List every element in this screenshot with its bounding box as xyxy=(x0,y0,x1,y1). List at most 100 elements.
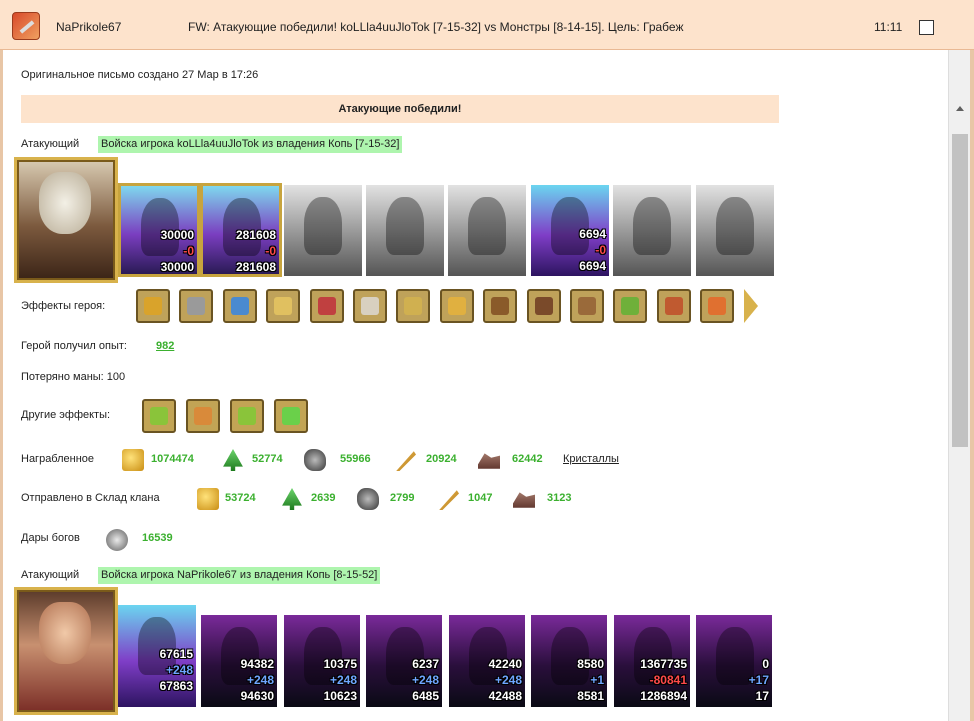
unit-count-after: 30000 xyxy=(160,260,194,274)
unit-count-change: +248 xyxy=(246,673,274,687)
unit-count-change: -0 xyxy=(595,243,606,257)
army-name-2[interactable]: Войска игрока NaPrikole67 из владения Ко… xyxy=(98,567,381,584)
effect-cape-icon[interactable] xyxy=(526,289,561,323)
unit-slot[interactable]: 281608 -0 281608 xyxy=(200,183,282,277)
unit-slot[interactable] xyxy=(613,185,691,276)
gifts-label: Дары богов xyxy=(21,532,80,544)
effect-fire-icon[interactable] xyxy=(700,289,735,323)
unit-count-after: 6694 xyxy=(579,259,606,273)
effect-orb-icon[interactable] xyxy=(222,289,257,323)
effect-cape-icon-glyph xyxy=(534,297,553,315)
unit-count-before: 281608 xyxy=(235,228,276,242)
unit-slot[interactable]: 67615 +248 67863 xyxy=(118,605,196,707)
scroll-up-arrow-icon[interactable] xyxy=(956,106,964,111)
unit-slot[interactable]: 30000 -0 30000 xyxy=(118,183,200,277)
unit-count-change: +248 xyxy=(494,673,522,687)
battle-report-icon xyxy=(12,12,40,40)
grain-icon xyxy=(396,451,416,471)
unit-count-change: -0 xyxy=(183,244,194,258)
effect-gauntlet-icon-glyph xyxy=(491,297,510,315)
effect-banner-icon-glyph xyxy=(664,297,683,315)
resource-value: 1074474 xyxy=(151,453,194,465)
effect-herb-icon-glyph xyxy=(621,297,640,315)
effect-bandit-icon[interactable] xyxy=(179,289,214,323)
attacker-label-2: Атакующий xyxy=(21,569,80,581)
unit-slot[interactable] xyxy=(448,185,526,276)
effect-herb-icon[interactable] xyxy=(613,289,648,323)
sender-name[interactable]: NaPrikole67 xyxy=(56,20,121,34)
unit-count-after: 281608 xyxy=(235,260,276,274)
coins-icon-glyph xyxy=(194,407,212,425)
unit-count-after: 67863 xyxy=(159,679,193,693)
xp-icon[interactable] xyxy=(142,399,176,433)
effect-crown-icon[interactable] xyxy=(266,289,301,323)
unit-count-after: 8581 xyxy=(577,689,604,703)
unit-count-after: 42488 xyxy=(488,689,522,703)
unit-slot[interactable]: 8580 +1 8581 xyxy=(531,615,607,707)
vertical-scrollbar[interactable] xyxy=(948,50,970,721)
effect-shield-icon[interactable] xyxy=(439,289,474,323)
unit-slot[interactable] xyxy=(696,185,774,276)
unit-count-before: 10375 xyxy=(323,657,357,671)
unit-count-change: -80841 xyxy=(649,673,687,687)
unit-count-before: 94382 xyxy=(240,657,274,671)
scroll-thumb[interactable] xyxy=(952,134,968,447)
potion-icon[interactable] xyxy=(274,399,308,433)
resource-value: 20924 xyxy=(426,453,457,465)
effect-fire-icon-glyph xyxy=(708,297,727,315)
unit-count-before: 67615 xyxy=(159,647,193,661)
unit-count-after: 1286894 xyxy=(640,689,687,703)
creature-portrait-icon xyxy=(386,197,424,255)
unit-slot[interactable] xyxy=(284,185,362,276)
effect-gauntlet-icon[interactable] xyxy=(483,289,518,323)
hero-exp-label: Герой получил опыт: xyxy=(21,340,127,352)
mana-lost-text: Потеряно маны: 100 xyxy=(21,371,126,383)
effect-crown-icon-glyph xyxy=(274,297,293,315)
effect-gold-chest-icon[interactable] xyxy=(136,289,170,323)
creature-portrait-icon xyxy=(633,197,671,255)
unit-slot[interactable]: 6694 -0 6694 xyxy=(531,185,609,276)
creature-portrait-icon xyxy=(468,197,506,255)
message-header: NaPrikole67 FW: Атакующие победили! koLL… xyxy=(0,0,974,50)
unit-count-after: 94630 xyxy=(240,689,274,703)
unit-count-before: 8580 xyxy=(577,657,604,671)
effect-sword-icon-glyph xyxy=(404,297,423,315)
xp-scroll-icon[interactable] xyxy=(230,399,264,433)
crystals-link[interactable]: Кристаллы xyxy=(563,453,619,465)
unit-slot[interactable]: 6237 +248 6485 xyxy=(366,615,442,707)
effect-armor-icon[interactable] xyxy=(570,289,604,323)
effect-bandit-icon-glyph xyxy=(187,297,206,315)
crystal-ore-icon xyxy=(478,453,500,469)
unit-count-after: 17 xyxy=(755,689,769,703)
unit-count-before: 6237 xyxy=(412,657,439,671)
effect-shrine-icon[interactable] xyxy=(309,289,344,323)
unit-slot[interactable]: 42240 +248 42488 xyxy=(449,615,525,707)
unit-count-before: 42240 xyxy=(488,657,522,671)
resource-value: 1047 xyxy=(468,492,493,504)
unit-slot[interactable]: 10375 +248 10623 xyxy=(284,615,360,707)
unit-slot[interactable] xyxy=(366,185,444,276)
hero-portrait[interactable] xyxy=(14,157,118,283)
effects-next-arrow-icon[interactable] xyxy=(744,289,758,323)
select-checkbox[interactable] xyxy=(919,20,934,35)
unit-slot[interactable]: 1367735 -80841 1286894 xyxy=(614,615,690,707)
unit-slot[interactable]: 94382 +248 94630 xyxy=(201,615,277,707)
effect-shield-icon-glyph xyxy=(447,297,466,315)
hero-exp-value[interactable]: 982 xyxy=(156,340,174,352)
resource-value: 2799 xyxy=(390,492,415,504)
army-name[interactable]: Войска игрока koLLla4uuJloTok из владени… xyxy=(98,136,403,153)
attacker-label: Атакующий xyxy=(21,138,80,150)
unit-slot[interactable]: 0 +17 17 xyxy=(696,615,772,707)
effect-banner-icon[interactable] xyxy=(656,289,691,323)
window-border-right xyxy=(970,50,974,721)
effect-scroll-icon[interactable] xyxy=(353,289,387,323)
hero-portrait-2[interactable] xyxy=(14,587,118,715)
effect-scroll-icon-glyph xyxy=(361,297,379,315)
unit-count-change: +248 xyxy=(165,663,193,677)
original-created-text: Оригинальное письмо создано 27 Мар в 17:… xyxy=(21,69,259,81)
effect-sword-icon[interactable] xyxy=(396,289,431,323)
coins-icon[interactable] xyxy=(186,399,220,433)
effect-gold-chest-icon-glyph xyxy=(144,297,162,315)
unit-count-change: +17 xyxy=(748,673,769,687)
effect-shrine-icon-glyph xyxy=(317,297,336,315)
